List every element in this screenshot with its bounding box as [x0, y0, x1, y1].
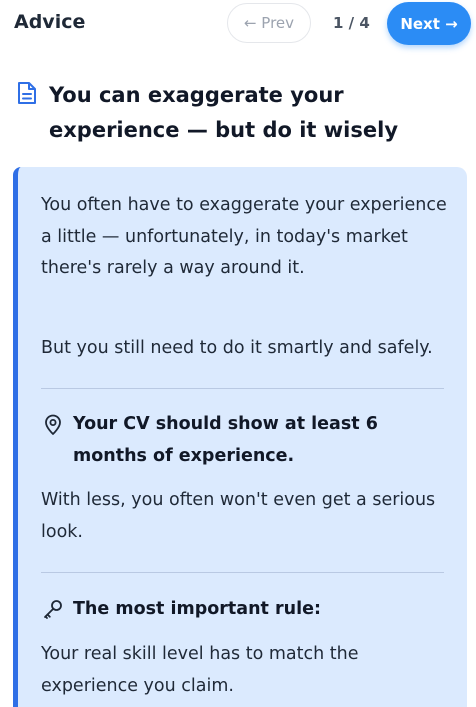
intro-paragraph-2: But you still need to do it smartly and …	[41, 338, 433, 358]
key-icon	[44, 600, 62, 619]
point-title: The most important rule:	[73, 599, 321, 619]
page-indicator: 1 / 4	[333, 14, 370, 32]
divider	[41, 572, 444, 573]
page-heading: Advice	[14, 11, 86, 33]
prev-button[interactable]: ← Prev	[227, 3, 311, 43]
divider	[41, 388, 444, 389]
next-button[interactable]: Next →	[387, 2, 471, 45]
document-icon	[18, 82, 36, 104]
intro-paragraph: You often have to exaggerate your experi…	[41, 195, 447, 278]
location-pin-icon	[45, 414, 61, 435]
top-bar: Advice ← Prev 1 / 4 Next →	[0, 0, 476, 48]
point-body: With less, you often won't even get a se…	[41, 490, 436, 542]
point-title: Your CV should show at least 6 months of…	[73, 414, 378, 466]
article-title: You can exaggerate your experience — but…	[49, 83, 399, 142]
